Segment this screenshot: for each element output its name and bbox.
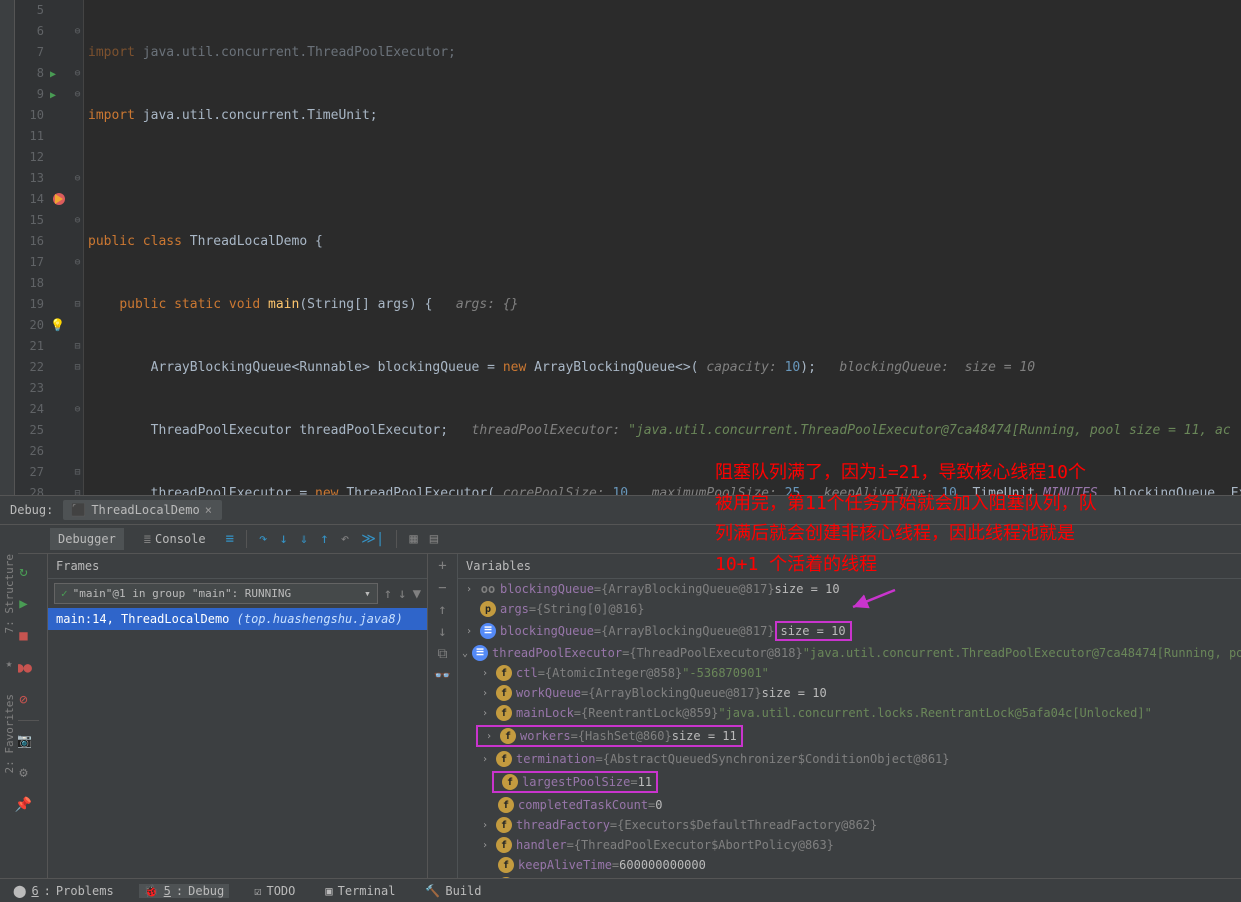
copy-watch-icon[interactable]: ⧉ <box>438 646 448 662</box>
annotation-overlay: 阻塞队列满了，因为i=21，导致核心线程10个 被用完，第11个任务开始就会加入… <box>715 458 1097 580</box>
field-icon: f <box>496 685 512 701</box>
field-icon: f <box>496 665 512 681</box>
pin-button[interactable]: 📌 <box>12 793 36 817</box>
var-row[interactable]: fkeepAliveTime = 600000000000 <box>458 855 1241 875</box>
field-icon: f <box>496 751 512 767</box>
var-row[interactable]: fcompletedTaskCount = 0 <box>458 795 1241 815</box>
field-icon: f <box>496 817 512 833</box>
var-row[interactable]: ›fctl = {AtomicInteger@858} "-536870901" <box>458 663 1241 683</box>
check-icon: ✓ <box>61 587 68 600</box>
var-row[interactable]: ›fworkers = {HashSet@860} size = 11 <box>458 723 1241 749</box>
force-step-into-icon[interactable]: ⇓ <box>300 531 308 547</box>
drop-frame-icon[interactable]: ↶ <box>341 531 349 547</box>
up-watch-icon[interactable]: ↑ <box>438 602 446 618</box>
run-class-icon[interactable]: ▶ <box>50 69 56 80</box>
intention-bulb-icon[interactable]: 💡 <box>50 318 65 332</box>
debug-run-config-tab[interactable]: ⬛ ThreadLocalDemo × <box>63 500 222 520</box>
step-into-icon[interactable]: ↓ <box>279 531 287 547</box>
var-row[interactable]: ›fhandler = {ThreadPoolExecutor$AbortPol… <box>458 835 1241 855</box>
code-editor[interactable]: import java.util.concurrent.ThreadPoolEx… <box>84 0 1241 495</box>
console-tab[interactable]: ≣Console <box>136 528 214 550</box>
watch-icon: oo <box>480 581 496 597</box>
project-gutter <box>0 0 15 495</box>
gutter-icons[interactable]: ▶ ▶ 💡 <box>50 0 72 495</box>
watches-icon[interactable]: 👓 <box>434 668 451 684</box>
debug-tab[interactable]: 🐞 5: Debug <box>139 884 230 898</box>
annotation-arrow <box>845 585 905 615</box>
prev-frame-icon[interactable]: ↑ <box>384 586 392 602</box>
todo-tab[interactable]: ☑ TODO <box>249 884 300 898</box>
terminal-tab[interactable]: ▣ Terminal <box>320 884 400 898</box>
var-row[interactable]: ›ftermination = {AbstractQueuedSynchroni… <box>458 749 1241 769</box>
breakpoint-active[interactable] <box>50 189 72 210</box>
object-icon: ☰ <box>472 645 488 661</box>
var-row[interactable]: ›fmainLock = {ReentrantLock@859} "java.u… <box>458 703 1241 723</box>
filter-frames-icon[interactable]: ▼ <box>413 586 421 602</box>
var-row[interactable]: ›☰blockingQueue = {ArrayBlockingQueue@81… <box>458 619 1241 643</box>
fold-gutter[interactable]: ⊖⊖⊖⊖⊖⊖⊟⊟⊟⊖⊟⊟ <box>72 0 84 495</box>
highlight-workers: ›fworkers = {HashSet@860} size = 11 <box>476 725 743 747</box>
build-tab[interactable]: 🔨 Build <box>420 884 486 898</box>
var-row[interactable]: ›fworkQueue = {ArrayBlockingQueue@817} s… <box>458 683 1241 703</box>
param-icon: p <box>480 601 496 617</box>
remove-watch-icon[interactable]: − <box>438 580 446 596</box>
field-icon: f <box>500 728 516 744</box>
down-watch-icon[interactable]: ↓ <box>438 624 446 640</box>
run-to-cursor-icon[interactable]: ≫| <box>361 531 384 547</box>
debugger-tab[interactable]: Debugger <box>50 528 124 550</box>
var-row[interactable]: flargestPoolSize = 11 <box>458 769 1241 795</box>
field-icon: f <box>498 797 514 813</box>
next-frame-icon[interactable]: ↓ <box>398 586 406 602</box>
step-out-icon[interactable]: ↑ <box>320 531 328 547</box>
threads-icon[interactable]: ≡ <box>226 531 234 547</box>
step-over-icon[interactable]: ↷ <box>259 531 267 547</box>
run-method-icon[interactable]: ▶ <box>50 90 56 101</box>
object-icon: ☰ <box>480 623 496 639</box>
field-icon: f <box>496 705 512 721</box>
highlight-largest-pool: flargestPoolSize = 11 <box>492 771 658 793</box>
bottom-bar: ⬤ 6: Problems 🐞 5: Debug ☑ TODO ▣ Termin… <box>0 878 1241 902</box>
frames-header: Frames <box>48 554 427 579</box>
evaluate-icon[interactable]: ▦ <box>409 531 417 547</box>
highlight-size10: size = 10 <box>775 621 852 641</box>
stack-frame[interactable]: main:14, ThreadLocalDemo (top.huashengsh… <box>48 608 427 630</box>
left-tool-strip[interactable]: 7: Structure ★ 2: Favorites <box>0 550 18 778</box>
line-numbers: 5678910111213141516171819202122232425262… <box>15 0 50 495</box>
var-row[interactable]: ⌄☰threadPoolExecutor = {ThreadPoolExecut… <box>458 643 1241 663</box>
add-watch-icon[interactable]: + <box>438 558 446 574</box>
trace-icon[interactable]: ▤ <box>430 531 438 547</box>
var-row[interactable]: ›fthreadFactory = {Executors$DefaultThre… <box>458 815 1241 835</box>
close-tab-icon[interactable]: × <box>205 503 212 517</box>
field-icon: f <box>496 837 512 853</box>
field-icon: f <box>498 857 514 873</box>
thread-selector[interactable]: ✓ "main"@1 in group "main": RUNNING ▾ <box>54 583 378 604</box>
problems-tab[interactable]: ⬤ 6: Problems <box>8 884 119 898</box>
field-icon: f <box>502 774 518 790</box>
